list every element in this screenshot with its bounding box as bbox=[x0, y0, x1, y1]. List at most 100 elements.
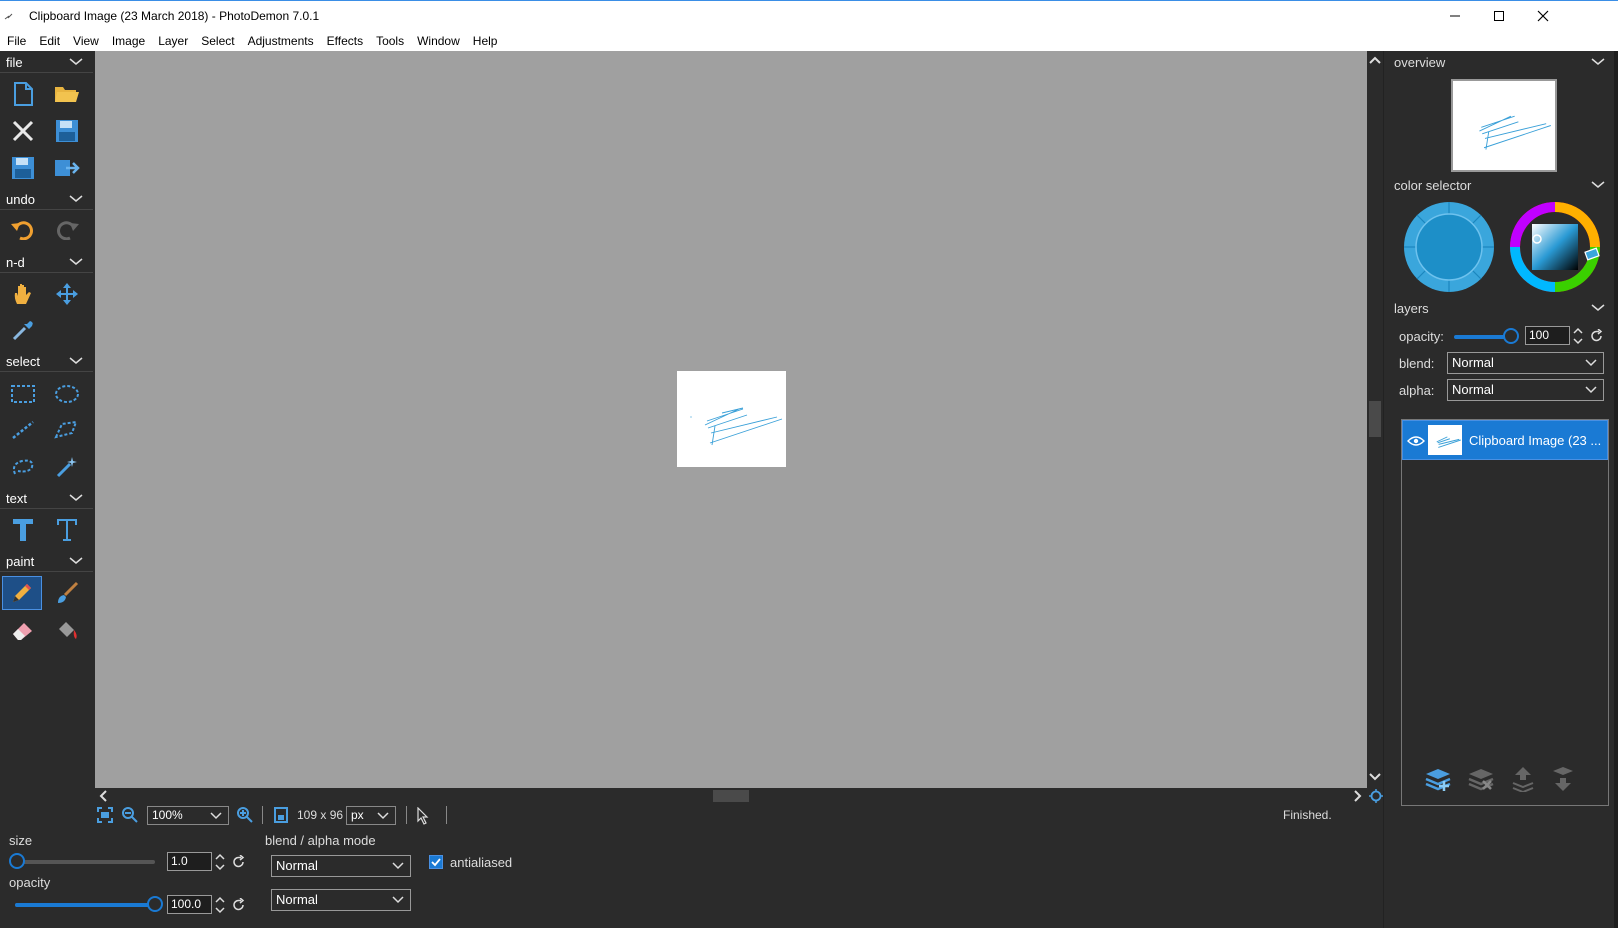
scroll-up-icon[interactable] bbox=[1367, 53, 1383, 67]
layer-opacity-slider[interactable] bbox=[1454, 335, 1510, 339]
zoom-in-icon[interactable] bbox=[236, 806, 254, 824]
menu-effects[interactable]: Effects bbox=[327, 34, 363, 48]
fit-to-window-icon[interactable] bbox=[96, 806, 114, 824]
size-input[interactable]: 1.0 bbox=[167, 852, 212, 871]
open-tool[interactable] bbox=[47, 77, 87, 111]
menu-window[interactable]: Window bbox=[417, 34, 460, 48]
add-layer-button[interactable] bbox=[1421, 762, 1455, 796]
reset-icon[interactable] bbox=[232, 898, 246, 912]
line-select-tool[interactable] bbox=[3, 413, 43, 447]
scroll-down-icon[interactable] bbox=[1367, 770, 1383, 784]
color-wheel[interactable] bbox=[1508, 200, 1602, 294]
units-dropdown[interactable]: px bbox=[346, 806, 396, 825]
arrow-up-icon bbox=[1512, 767, 1534, 792]
antialiased-checkbox[interactable] bbox=[429, 855, 443, 869]
paint-bucket-tool[interactable] bbox=[47, 613, 87, 647]
vertical-scroll-thumb[interactable] bbox=[1369, 401, 1381, 437]
new-image-tool[interactable] bbox=[3, 77, 43, 111]
blend-mode-value: Normal bbox=[276, 858, 318, 873]
eye-icon[interactable] bbox=[1407, 435, 1425, 447]
checkmark-icon bbox=[431, 858, 441, 867]
paintbrush-tool[interactable] bbox=[47, 576, 87, 610]
menu-file[interactable]: File bbox=[7, 34, 26, 48]
reset-icon[interactable] bbox=[232, 855, 246, 869]
redo-button[interactable] bbox=[47, 213, 87, 247]
toolbox-section-undo[interactable]: undo bbox=[0, 188, 93, 210]
toolbox-section-text[interactable]: text bbox=[0, 487, 93, 509]
menu-layer[interactable]: Layer bbox=[158, 34, 188, 48]
overview-thumbnail[interactable] bbox=[1451, 79, 1557, 172]
toolbox-section-select[interactable]: select bbox=[0, 350, 93, 372]
text-serif-icon bbox=[57, 519, 77, 541]
eraser-tool[interactable] bbox=[3, 613, 43, 647]
toolbox-section-nd[interactable]: n-d bbox=[0, 251, 93, 273]
menu-select[interactable]: Select bbox=[201, 34, 234, 48]
undo-button[interactable] bbox=[3, 213, 43, 247]
image-content[interactable] bbox=[677, 371, 786, 467]
size-slider[interactable] bbox=[15, 860, 155, 864]
move-layer-down-button[interactable] bbox=[1546, 762, 1580, 796]
typography-text-tool[interactable] bbox=[47, 513, 87, 547]
menu-tools[interactable]: Tools bbox=[376, 34, 404, 48]
menu-help[interactable]: Help bbox=[473, 34, 498, 48]
image-canvas[interactable] bbox=[95, 51, 1367, 788]
layer-item[interactable]: Clipboard Image (23 ... bbox=[1402, 420, 1608, 460]
size-slider-knob[interactable] bbox=[9, 853, 25, 869]
layer-opacity-knob[interactable] bbox=[1503, 328, 1519, 344]
move-tool[interactable] bbox=[47, 277, 87, 311]
chevron-down-icon bbox=[1591, 58, 1605, 65]
horizontal-scroll-thumb[interactable] bbox=[713, 790, 749, 802]
menu-view[interactable]: View bbox=[73, 34, 99, 48]
hand-tool[interactable] bbox=[3, 277, 43, 311]
vertical-scrollbar[interactable] bbox=[1367, 51, 1383, 788]
color-selector-header[interactable]: color selector bbox=[1384, 174, 1618, 196]
spin-arrows-icon[interactable] bbox=[215, 895, 225, 915]
toolbox-section-paint[interactable]: paint bbox=[0, 550, 93, 572]
magic-wand-tool[interactable] bbox=[47, 450, 87, 484]
reset-icon[interactable] bbox=[1590, 329, 1604, 343]
basic-text-tool[interactable] bbox=[3, 513, 43, 547]
overview-header[interactable]: overview bbox=[1384, 51, 1618, 73]
close-image-tool[interactable] bbox=[3, 114, 43, 148]
export-tool[interactable] bbox=[47, 151, 87, 185]
layer-alpha-dropdown[interactable]: Normal bbox=[1447, 379, 1604, 401]
opacity-input[interactable]: 100.0 bbox=[167, 895, 212, 914]
eyedropper-icon bbox=[12, 321, 33, 341]
save-tool[interactable] bbox=[47, 114, 87, 148]
rectangle-select-tool[interactable] bbox=[3, 377, 43, 411]
polygon-select-icon bbox=[54, 420, 78, 439]
layer-blend-dropdown[interactable]: Normal bbox=[1447, 352, 1604, 374]
zoom-out-icon[interactable] bbox=[121, 806, 139, 824]
center-view-icon[interactable] bbox=[1369, 788, 1383, 804]
close-window-button[interactable] bbox=[1520, 1, 1566, 31]
color-picker-tool[interactable] bbox=[3, 313, 43, 347]
pencil-tool[interactable] bbox=[2, 576, 42, 610]
layers-header[interactable]: layers bbox=[1384, 297, 1618, 319]
menu-bar: File Edit View Image Layer Select Adjust… bbox=[0, 30, 1618, 51]
lasso-select-tool[interactable] bbox=[3, 450, 43, 484]
delete-layer-button[interactable] bbox=[1464, 762, 1498, 796]
save-as-tool[interactable] bbox=[3, 151, 43, 185]
alpha-mode-dropdown[interactable]: Normal bbox=[271, 889, 411, 911]
spin-arrows-icon[interactable] bbox=[215, 852, 225, 872]
maximize-button[interactable] bbox=[1476, 1, 1522, 31]
scroll-left-icon[interactable] bbox=[97, 788, 111, 804]
layer-opacity-input[interactable]: 100 bbox=[1525, 326, 1570, 345]
spin-arrows-icon[interactable] bbox=[1573, 326, 1583, 346]
menu-edit[interactable]: Edit bbox=[39, 34, 60, 48]
horizontal-scrollbar[interactable] bbox=[95, 788, 1383, 804]
zoom-dropdown[interactable]: 100% bbox=[147, 806, 229, 825]
menu-adjustments[interactable]: Adjustments bbox=[248, 34, 314, 48]
toolbox-section-file[interactable]: file bbox=[0, 51, 93, 73]
minimize-button[interactable] bbox=[1432, 1, 1478, 31]
section-label: paint bbox=[6, 554, 35, 569]
opacity-slider-knob[interactable] bbox=[147, 896, 163, 912]
menu-image[interactable]: Image bbox=[112, 34, 145, 48]
polygon-select-tool[interactable] bbox=[47, 413, 87, 447]
scroll-right-icon[interactable] bbox=[1350, 788, 1364, 804]
primary-color-swatch[interactable] bbox=[1402, 200, 1496, 294]
move-layer-up-button[interactable] bbox=[1506, 762, 1540, 796]
layer-list bbox=[1401, 419, 1609, 806]
ellipse-select-tool[interactable] bbox=[47, 377, 87, 411]
blend-mode-dropdown[interactable]: Normal bbox=[271, 855, 411, 877]
